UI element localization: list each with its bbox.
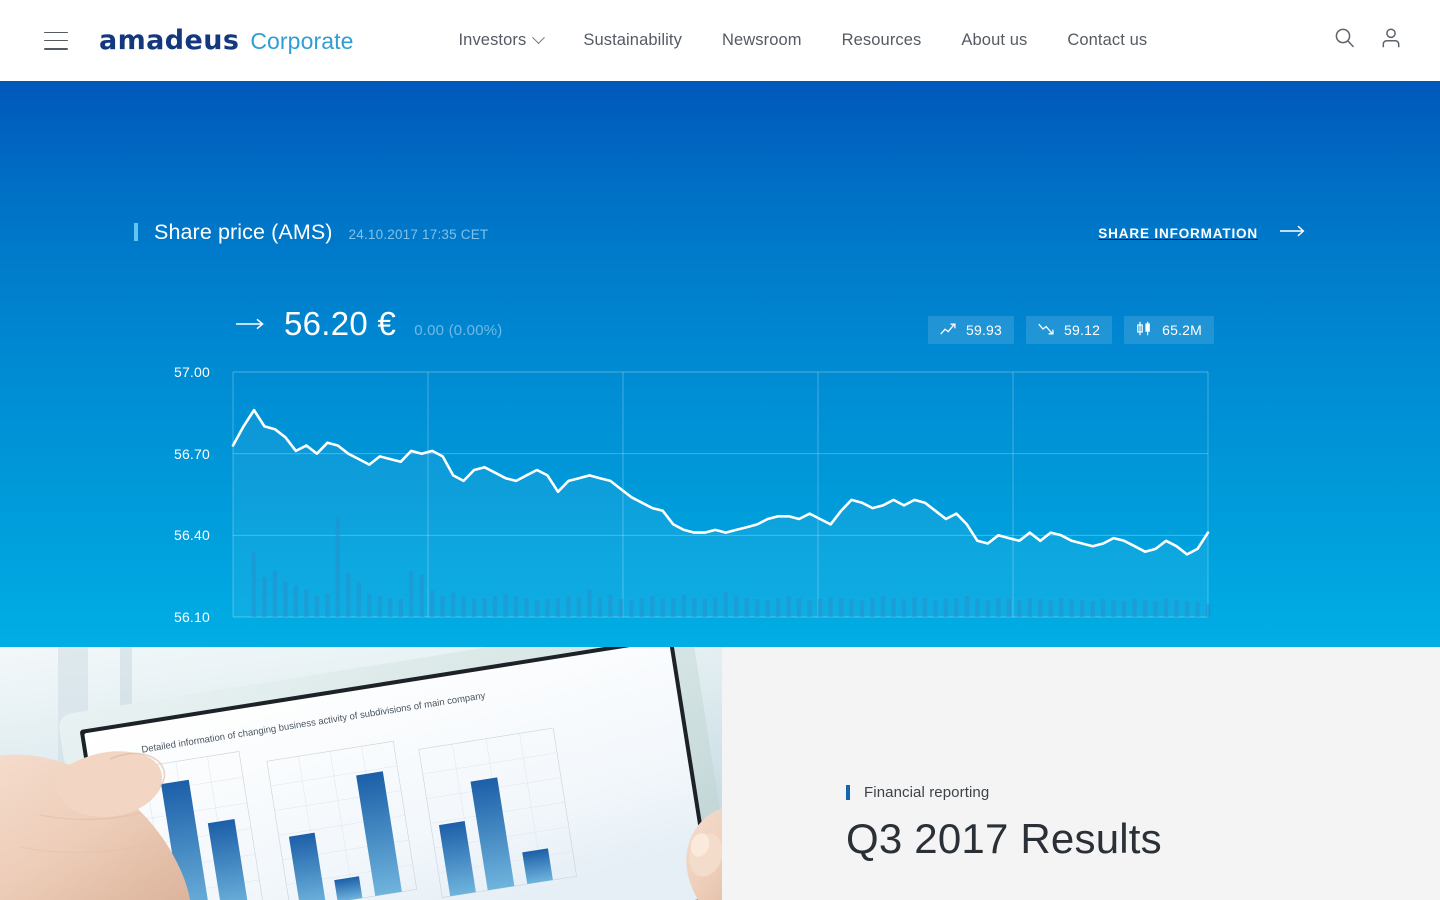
trend-up-icon	[940, 322, 957, 339]
financial-reporting-panel: Financial reporting Q3 2017 Results	[722, 647, 1440, 900]
stat-value: 59.12	[1064, 322, 1101, 338]
candlestick-volume-icon	[1136, 321, 1153, 339]
share-price-timestamp: 24.10.2017 17:35 CET	[348, 227, 489, 242]
chart-y-tick-label: 57.00	[173, 364, 210, 380]
share-price-change: 0.00 (0.00%)	[414, 322, 503, 339]
primary-nav-menu: Investors Sustainability Newsroom Resour…	[439, 31, 1168, 50]
featured-content-section: Detailed information of changing busines…	[0, 647, 1440, 900]
share-information-label: SHARE INFORMATION	[1098, 225, 1258, 241]
share-price-chart-canvas	[231, 371, 1211, 618]
stat-volume: 65.2M	[1124, 316, 1214, 344]
tablet-photo-illustration: Detailed information of changing busines…	[0, 647, 722, 900]
current-price-row: 56.20 € 0.00 (0.00%)	[236, 305, 503, 343]
stat-value: 65.2M	[1162, 322, 1202, 338]
share-stats-group: 59.93 59.12 65.2M	[927, 316, 1214, 344]
chart-y-tick-label: 56.70	[173, 445, 210, 462]
brand-subtitle: Corporate	[250, 28, 354, 54]
top-navigation-bar: amaDEUS Corporate Investors Sustainabili…	[0, 0, 1440, 81]
chart-y-axis-labels: 57.00 56.70 56.40 56.10	[120, 353, 210, 633]
nav-item-investors[interactable]: Investors	[439, 31, 564, 50]
panel-kicker-label: Financial reporting	[864, 784, 990, 801]
nav-item-label: Contact us	[1067, 31, 1148, 49]
trend-down-icon	[1038, 322, 1055, 339]
chart-y-tick-label: 56.10	[173, 609, 210, 625]
panel-title: Q3 2017 Results	[846, 815, 1162, 862]
arrow-flat-icon	[236, 309, 266, 335]
share-information-link[interactable]: SHARE INFORMATION	[1098, 224, 1306, 242]
share-price-chart	[0, 81, 1440, 647]
share-price-header: Share price (AMS) 24.10.2017 17:35 CET	[134, 220, 488, 245]
search-icon[interactable]	[1334, 27, 1356, 54]
nav-item-label: Newsroom	[721, 31, 802, 49]
arrow-right-icon	[1280, 224, 1306, 242]
stat-high: 59.93	[927, 316, 1015, 344]
nav-item-label: Resources	[841, 31, 922, 49]
accent-tick-icon	[846, 785, 850, 800]
nav-utility-icons	[1334, 27, 1402, 54]
nav-item-contact-us[interactable]: Contact us	[1047, 31, 1167, 50]
chevron-down-icon	[532, 31, 546, 45]
user-account-icon[interactable]	[1380, 27, 1402, 54]
nav-item-about-us[interactable]: About us	[941, 31, 1047, 50]
share-price-hero: Share price (AMS) 24.10.2017 17:35 CET S…	[0, 81, 1440, 647]
nav-item-label: Investors	[458, 31, 527, 49]
share-price-title: Share price (AMS)	[154, 220, 333, 244]
panel-kicker: Financial reporting	[846, 784, 989, 801]
brand-mark: amaDEUS	[99, 25, 240, 56]
share-price-value: 56.20 €	[284, 305, 397, 342]
tablet-photo[interactable]: Detailed information of changing busines…	[0, 647, 722, 900]
nav-item-label: Sustainability	[583, 31, 682, 49]
stat-low: 59.12	[1026, 316, 1113, 344]
accent-tick-icon	[134, 223, 138, 241]
chart-y-tick-label: 56.40	[173, 527, 210, 544]
nav-item-resources[interactable]: Resources	[822, 31, 942, 50]
nav-item-label: About us	[961, 31, 1028, 49]
amadeus-logo[interactable]: amaDEUS Corporate	[99, 25, 354, 56]
nav-item-newsroom[interactable]: Newsroom	[702, 31, 822, 50]
stat-value: 59.93	[965, 322, 1003, 338]
nav-item-sustainability[interactable]: Sustainability	[563, 31, 702, 50]
hamburger-menu-icon[interactable]	[44, 31, 68, 50]
